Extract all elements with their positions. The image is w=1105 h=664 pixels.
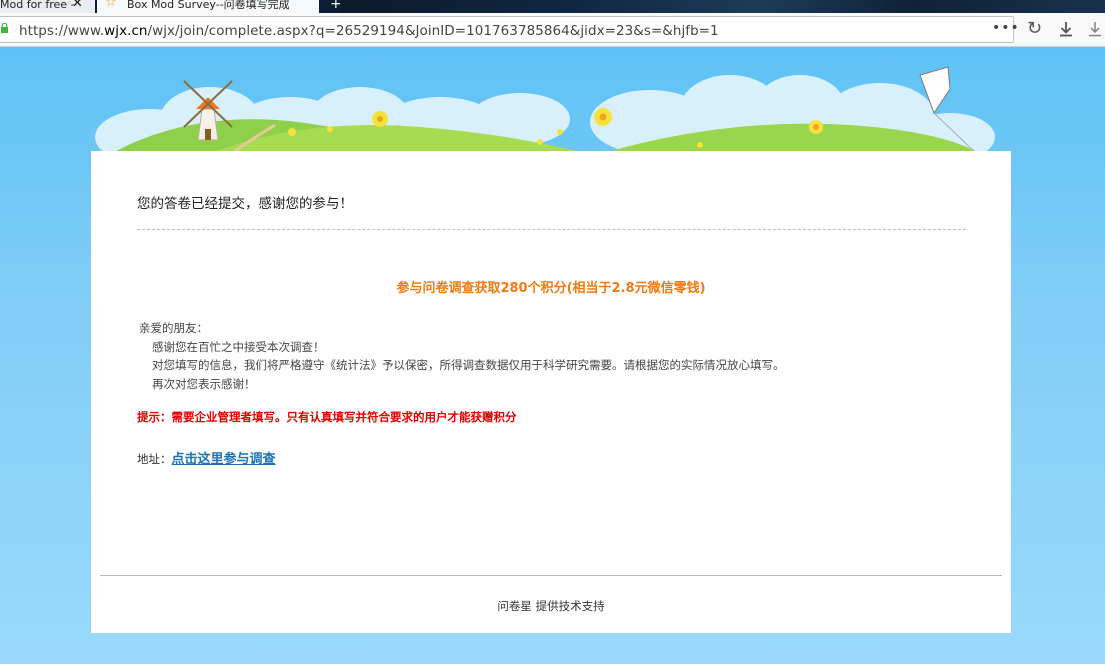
tab-title: Box Mod Survey--问卷填写完成 <box>127 0 290 11</box>
address-bar[interactable]: https://www.wjx.cn/wjx/join/complete.asp… <box>0 16 1019 43</box>
navigation-bar: https://www.wjx.cn/wjx/join/complete.asp… <box>0 13 1105 47</box>
footer-divider <box>100 575 1002 576</box>
desktop-background-strip <box>340 0 1105 13</box>
tab-box-mod-survey[interactable]: ☆ Box Mod Survey--问卷填写完成 ✕ <box>97 0 319 13</box>
address-label: 地址： <box>137 452 172 466</box>
footer-powered-by: 问卷星 提供技术支持 <box>497 599 605 613</box>
reload-icon[interactable]: ↻ <box>1027 18 1042 39</box>
thank-you-letter: 亲爱的朋友： 感谢您在百忙之中接受本次调查！ 对您填写的信息，我们将严格遵守《统… <box>139 319 785 393</box>
address-row: 地址：点击这里参与调查 <box>137 448 276 467</box>
letter-line-3: 再次对您表示感谢！ <box>152 376 256 391</box>
close-icon[interactable]: ✕ <box>72 0 83 10</box>
content-card: 您的答卷已经提交，感谢您的参与！ 参与问卷调查获取280个积分(相当于2.8元微… <box>91 151 1011 633</box>
url-path: /wjx/join/complete.aspx?q=26529194&JoinI… <box>147 23 719 39</box>
letter-line-1: 感谢您在百忙之中接受本次调查！ <box>152 339 325 354</box>
url-prefix: https://www. <box>19 23 105 39</box>
tab-strip: Mod for free - ✕ ☆ Box Mod Survey--问卷填写完… <box>0 0 1105 13</box>
letter-greeting: 亲爱的朋友： <box>139 321 208 335</box>
page-actions-menu-icon[interactable]: ••• <box>992 20 1020 36</box>
tab-title: Mod for free - <box>0 0 75 11</box>
eligibility-hint: 提示：需要企业管理者填写。只有认真填写并符合要求的用户才能获赠积分 <box>137 410 517 424</box>
submission-complete-message: 您的答卷已经提交，感谢您的参与！ <box>137 196 353 212</box>
letter-line-2: 对您填写的信息，我们将严格遵守《统计法》予以保密，所得调查数据仅用于科学研究需要… <box>152 358 785 372</box>
url-text[interactable]: https://www.wjx.cn/wjx/join/complete.asp… <box>19 23 719 39</box>
tab-mod-for-free[interactable]: Mod for free - ✕ <box>0 0 95 13</box>
dashed-divider <box>137 229 966 230</box>
download-icon-2[interactable] <box>1088 21 1102 37</box>
lock-icon <box>1 23 8 33</box>
star-icon: ☆ <box>105 0 117 10</box>
download-icon[interactable] <box>1058 21 1074 37</box>
header-scenery <box>95 66 995 157</box>
points-reward-title: 参与问卷调查获取280个积分(相当于2.8元微信零钱) <box>396 281 706 296</box>
participate-survey-link[interactable]: 点击这里参与调查 <box>172 452 276 467</box>
url-domain: wjx.cn <box>104 23 148 39</box>
